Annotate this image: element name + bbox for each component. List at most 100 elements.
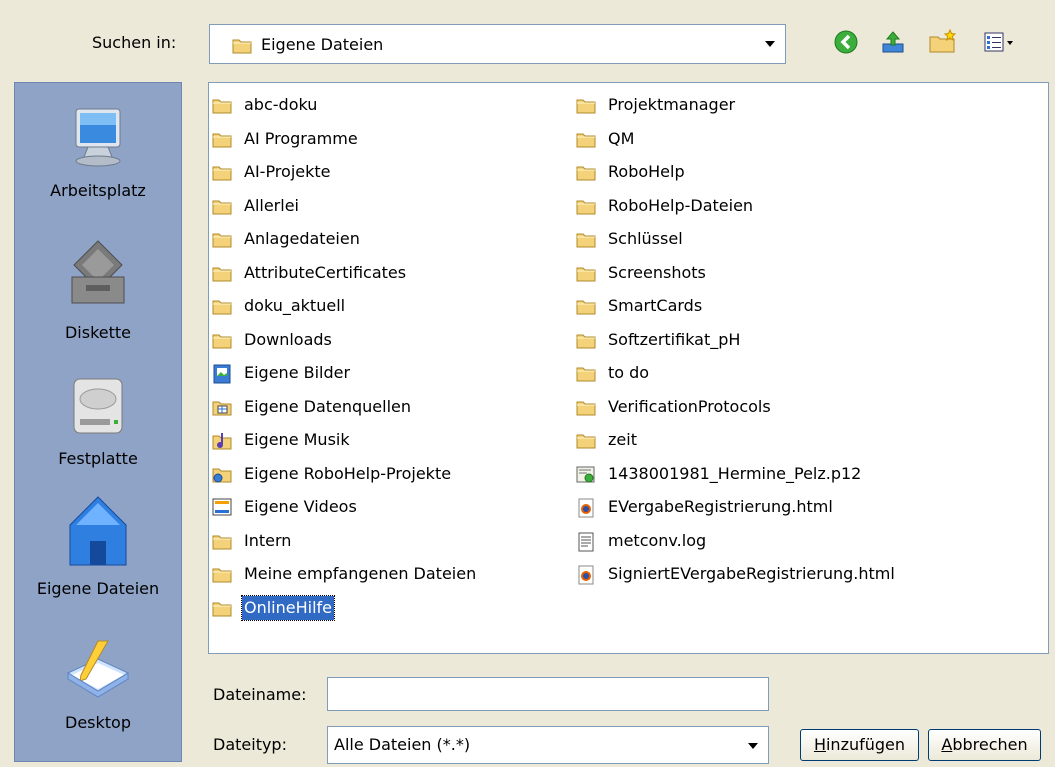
filetype-value: Alle Dateien (*.*): [334, 735, 471, 754]
add-button-accel: H: [813, 735, 826, 754]
file-name: VerificationProtocols: [608, 397, 771, 416]
file-name: RoboHelp-Dateien: [608, 196, 754, 215]
file-name: Allerlei: [244, 196, 299, 215]
file-name: Schlüssel: [608, 229, 683, 248]
folder-icon: [212, 197, 232, 222]
place-arbeitsplatz[interactable]: Arbeitsplatz: [15, 105, 181, 200]
folder-icon: [212, 565, 232, 590]
firefox-html-icon: [576, 565, 596, 592]
file-name: AttributeCertificates: [244, 263, 407, 282]
robohelp-icon: [212, 465, 232, 490]
certificate-icon: [576, 465, 596, 492]
look-in-value: Eigene Dateien: [261, 35, 384, 54]
file-name: metconv.log: [608, 531, 707, 550]
folder-icon: [576, 197, 596, 222]
file-name: Downloads: [244, 330, 332, 349]
file-name: AI-Projekte: [244, 162, 331, 181]
file-list[interactable]: abc-doku AI Programme AI-Projekte Allerlei A…: [208, 82, 1049, 654]
add-button-label: inzufügen: [825, 735, 906, 754]
filename-label: Dateiname:: [213, 685, 307, 704]
place-label: Festplatte: [58, 449, 138, 468]
places-bar: Arbeitsplatz Diskette Festplatte Eigene …: [14, 82, 182, 762]
add-button[interactable]: Hinzufügen: [800, 729, 919, 761]
look-in-combobox[interactable]: Eigene Dateien: [209, 24, 786, 64]
file-name: Meine empfangenen Dateien: [244, 564, 477, 583]
place-desktop[interactable]: Desktop: [15, 633, 181, 732]
file-name: SigniertEVergabeRegistrierung.html: [608, 564, 895, 583]
folder-icon: [576, 96, 596, 121]
file-name: to do: [608, 363, 650, 382]
folder-icon: [576, 331, 596, 356]
chevron-down-icon[interactable]: [765, 41, 775, 47]
place-label: Arbeitsplatz: [50, 181, 146, 200]
file-name: abc-doku: [244, 95, 318, 114]
datasource-icon: [212, 398, 232, 423]
file-name: Eigene Datenquellen: [244, 397, 412, 416]
look-in-label: Suchen in:: [92, 33, 177, 52]
folder-icon: [212, 532, 232, 557]
folder-icon: [576, 130, 596, 155]
file-name: Eigene Videos: [244, 497, 357, 516]
file-name: Eigene Bilder: [244, 363, 351, 382]
file-name: Screenshots: [608, 263, 706, 282]
file-name: Eigene RoboHelp-Projekte: [244, 464, 452, 483]
cancel-button-accel: A: [941, 735, 953, 754]
filetype-label: Dateityp:: [213, 735, 287, 754]
file-name: Eigene Musik: [244, 430, 350, 449]
folder-icon: [576, 364, 596, 389]
folder-icon: [576, 264, 596, 289]
views-menu-icon[interactable]: [982, 28, 1022, 56]
up-folder-icon[interactable]: [879, 28, 907, 56]
place-label: Eigene Dateien: [36, 579, 160, 598]
folder-icon: [212, 230, 232, 255]
file-name: Intern: [244, 531, 292, 550]
filetype-combobox[interactable]: Alle Dateien (*.*): [327, 726, 769, 764]
cancel-button-label: bbrechen: [952, 735, 1028, 754]
file-name: zeit: [608, 430, 637, 449]
folder-icon: [576, 230, 596, 255]
back-icon[interactable]: [832, 28, 860, 56]
pictures-icon: [212, 364, 232, 391]
file-name: Softzertifikat_pH: [608, 330, 741, 349]
place-label: Desktop: [65, 713, 131, 732]
desktop-icon: [15, 633, 181, 707]
folder-icon: [576, 163, 596, 188]
place-eigene-dateien[interactable]: Eigene Dateien: [15, 493, 181, 598]
folder-icon: [212, 163, 232, 188]
cancel-button[interactable]: Abbrechen: [928, 729, 1041, 761]
folder-icon: [212, 297, 232, 322]
video-icon: [212, 498, 232, 523]
file-name: AI Programme: [244, 129, 358, 148]
folder-icon: [212, 96, 232, 121]
folder-icon: [212, 599, 232, 624]
file-name: Projektmanager: [608, 95, 736, 114]
folder-icon: [576, 398, 596, 423]
computer-icon: [15, 105, 181, 175]
file-name: QM: [608, 129, 635, 148]
file-name: doku_aktuell: [244, 296, 346, 315]
folder-icon: [576, 297, 596, 322]
place-diskette[interactable]: Diskette: [15, 233, 181, 342]
folder-icon: [212, 130, 232, 155]
harddisk-icon: [15, 373, 181, 443]
folder-icon: [212, 264, 232, 289]
firefox-html-icon: [576, 498, 596, 525]
file-name: Anlagedateien: [244, 229, 360, 248]
place-festplatte[interactable]: Festplatte: [15, 373, 181, 468]
new-folder-icon[interactable]: [928, 28, 957, 56]
file-name: EVergabeRegistrierung.html: [608, 497, 833, 516]
place-label: Diskette: [64, 323, 132, 342]
folder-icon: [232, 36, 252, 58]
textfile-icon: [576, 532, 596, 559]
file-name: SmartCards: [608, 296, 703, 315]
file-name: OnlineHilfe: [240, 595, 336, 621]
music-icon: [212, 431, 232, 458]
filename-input[interactable]: [327, 677, 769, 711]
my-documents-icon: [15, 493, 181, 573]
floppy-icon: [15, 233, 181, 317]
file-name: RoboHelp: [608, 162, 685, 181]
folder-icon: [212, 331, 232, 356]
file-name: 1438001981_Hermine_Pelz.p12: [608, 464, 862, 483]
chevron-down-icon[interactable]: [748, 743, 758, 749]
folder-icon: [576, 431, 596, 456]
